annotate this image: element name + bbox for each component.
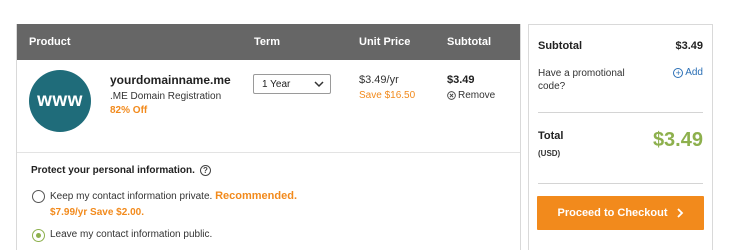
term-select[interactable]: 1 Year [253, 74, 331, 94]
savings-label: Save $16.50 [359, 90, 416, 101]
privacy-heading: Protect your personal information. ? [31, 165, 211, 176]
privacy-private-text: Keep my contact information private. [50, 191, 213, 202]
discount-label: 82% Off [110, 105, 148, 116]
privacy-heading-text: Protect your personal information. [31, 165, 195, 176]
add-promo-label: Add [685, 67, 703, 78]
header-unit-price: Unit Price [359, 36, 411, 48]
domain-type: .ME Domain Registration [110, 91, 222, 102]
remove-link[interactable]: Remove [447, 90, 495, 101]
chevron-right-icon [676, 208, 683, 218]
total-label: Total [538, 130, 564, 142]
www-logo: www [29, 70, 91, 132]
privacy-public-option[interactable]: Leave my contact information public. [50, 229, 212, 240]
unit-price: $3.49/yr [359, 74, 399, 86]
close-circle-icon [447, 91, 456, 100]
chevron-down-icon [314, 81, 324, 88]
question-circle-icon[interactable]: ? [199, 165, 211, 176]
add-promo-link[interactable]: + Add [673, 67, 703, 78]
promo-code-label: Have a promotional code? [538, 68, 625, 92]
term-value: 1 Year [262, 79, 291, 90]
summary-divider-2 [538, 183, 703, 184]
order-summary-panel: Subtotal $3.49 Have a promotional code? … [528, 24, 713, 250]
cart-panel: Product Term Unit Price Subtotal www you… [16, 24, 521, 250]
privacy-public-radio[interactable] [32, 229, 45, 242]
privacy-private-radio[interactable] [32, 190, 45, 203]
plus-circle-icon: + [673, 67, 684, 78]
remove-label: Remove [458, 90, 496, 101]
checkout-label: Proceed to Checkout [557, 207, 668, 219]
domain-name: yourdomainname.me [110, 73, 231, 87]
cart-item-row: www yourdomainname.me .ME Domain Registr… [17, 60, 520, 153]
summary-subtotal-value: $3.49 [675, 40, 703, 52]
privacy-private-price: $7.99/yr Save $2.00. [50, 207, 144, 218]
summary-divider [538, 112, 703, 113]
currency-label: (USD) [538, 149, 561, 158]
recommended-label: Recommended. [215, 190, 298, 202]
item-subtotal: $3.49 [447, 74, 475, 86]
cart-header: Product Term Unit Price Subtotal [17, 24, 520, 60]
header-product: Product [29, 36, 71, 48]
header-term: Term [254, 36, 281, 48]
total-value: $3.49 [652, 129, 703, 151]
privacy-private-option[interactable]: Keep my contact information private. Rec… [50, 190, 297, 202]
header-subtotal: Subtotal [447, 36, 491, 48]
summary-subtotal-label: Subtotal [538, 40, 582, 52]
proceed-to-checkout-button[interactable]: Proceed to Checkout [537, 196, 704, 230]
